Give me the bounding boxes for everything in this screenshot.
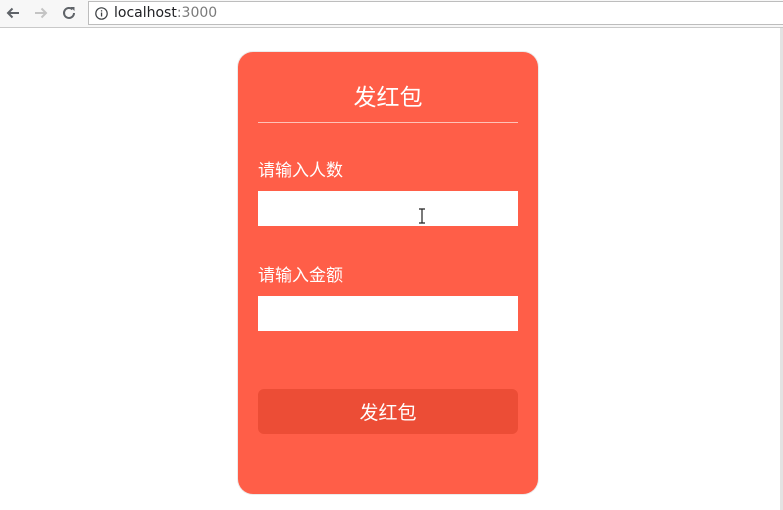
reload-icon[interactable] — [58, 2, 80, 24]
count-label: 请输入人数 — [258, 161, 343, 181]
page-title: 发红包 — [353, 85, 423, 111]
amount-label: 请输入金额 — [258, 266, 343, 286]
forward-arrow-icon[interactable] — [30, 2, 52, 24]
info-icon[interactable] — [95, 6, 108, 20]
back-arrow-icon[interactable] — [2, 2, 24, 24]
url-port: :3000 — [176, 5, 218, 21]
browser-toolbar: localhost:3000 — [0, 0, 783, 28]
text-cursor-icon — [419, 208, 425, 224]
url-host: localhost — [114, 5, 177, 21]
amount-input[interactable] — [258, 296, 518, 331]
address-bar[interactable]: localhost:3000 — [88, 1, 783, 25]
send-red-packet-button[interactable]: 发红包 — [258, 389, 518, 434]
red-packet-card: 发红包 请输入人数 请输入金额 发红包 — [238, 52, 538, 494]
count-input[interactable] — [258, 191, 518, 226]
title-divider — [258, 122, 518, 123]
